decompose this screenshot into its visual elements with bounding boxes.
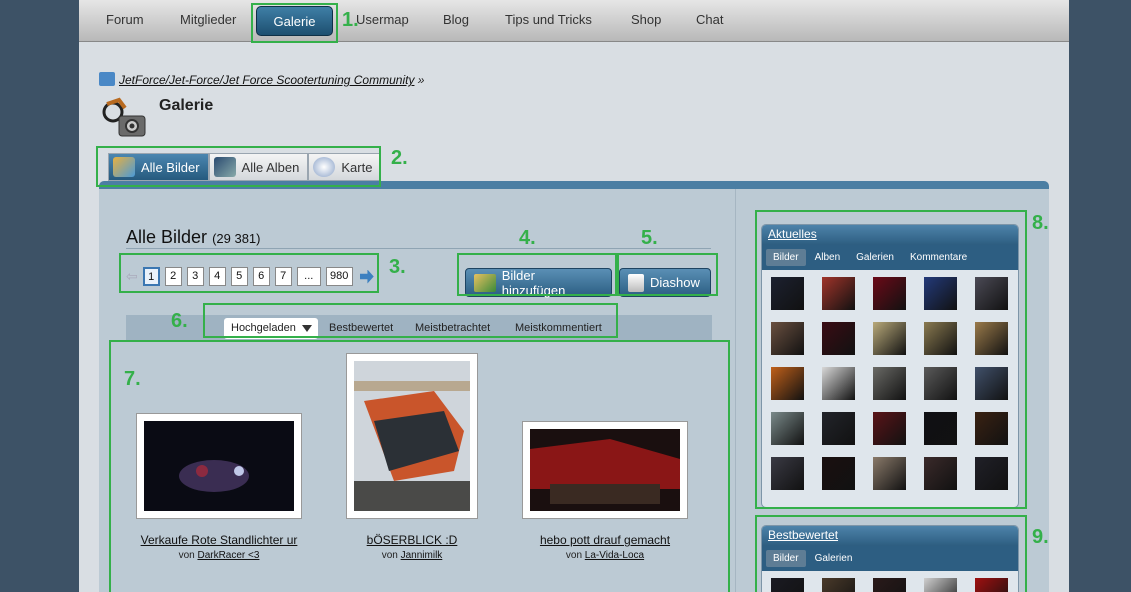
annotation-number: 6. [171, 310, 188, 332]
nav-usermap[interactable]: Usermap [356, 12, 409, 27]
page: Forum Mitglieder Galerie Usermap Blog Ti… [79, 0, 1069, 592]
section-title-text: Alle Bilder [126, 227, 208, 247]
annotation-box [96, 146, 381, 187]
breadcrumb-link[interactable]: JetForce/Jet-Force/Jet Force Scootertuni… [119, 73, 414, 87]
annotation-box [251, 3, 338, 43]
gallery-camera-icon [102, 97, 146, 137]
page-title: Galerie [159, 97, 214, 114]
nav-blog[interactable]: Blog [443, 12, 469, 27]
nav-forum[interactable]: Forum [106, 12, 144, 27]
annotation-box [457, 253, 617, 296]
annotation-number: 1. [342, 9, 359, 31]
top-navigation: Forum Mitglieder Galerie Usermap Blog Ti… [79, 0, 1069, 42]
annotation-box [203, 303, 618, 338]
annotation-number: 4. [519, 227, 536, 249]
forum-icon [99, 72, 115, 86]
annotation-box [109, 340, 730, 592]
annotation-box [755, 515, 1027, 592]
image-count: (29 381) [212, 231, 261, 246]
annotation-number: 3. [389, 256, 406, 278]
section-title: Alle Bilder (29 381) [126, 227, 260, 248]
nav-shop[interactable]: Shop [631, 12, 661, 27]
annotation-box [119, 253, 379, 293]
annotation-box [617, 253, 718, 296]
annotation-number: 8. [1032, 212, 1049, 234]
nav-chat[interactable]: Chat [696, 12, 723, 27]
nav-mitglieder[interactable]: Mitglieder [180, 12, 236, 27]
annotation-number: 2. [391, 147, 408, 169]
annotation-number: 7. [124, 368, 141, 390]
breadcrumb-separator: » [417, 73, 425, 87]
annotation-number: 5. [641, 227, 658, 249]
breadcrumb: JetForce/Jet-Force/Jet Force Scootertuni… [99, 72, 424, 87]
nav-tips[interactable]: Tips und Tricks [505, 12, 592, 27]
divider [126, 248, 711, 249]
annotation-number: 9. [1032, 526, 1049, 548]
annotation-box [755, 210, 1027, 509]
